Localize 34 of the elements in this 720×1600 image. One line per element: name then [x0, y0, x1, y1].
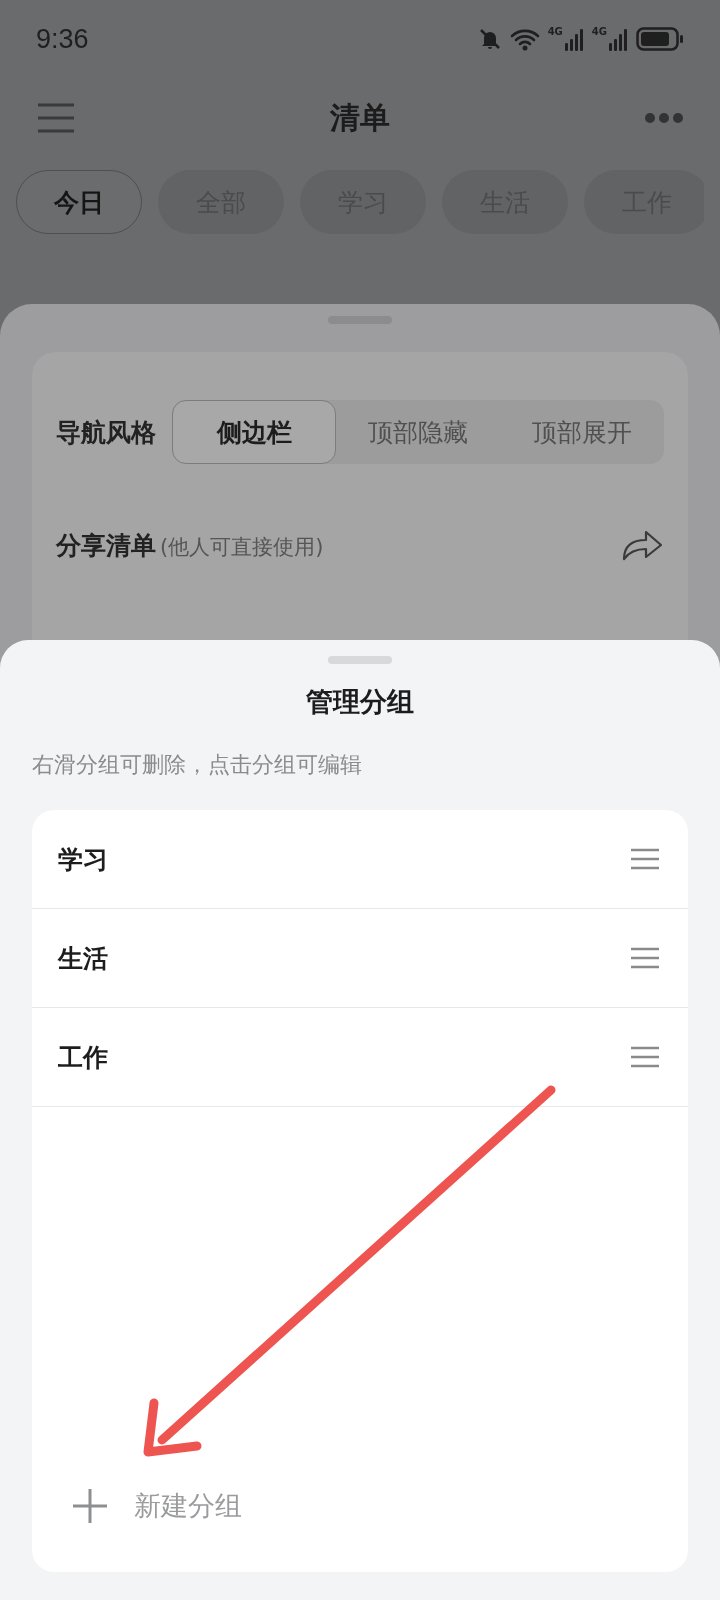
group-name: 生活 — [58, 942, 108, 975]
signal-icon — [608, 27, 628, 51]
drag-handle-icon[interactable] — [630, 848, 660, 870]
drag-handle-icon[interactable] — [630, 947, 660, 969]
segment-option[interactable]: 侧边栏 — [172, 400, 336, 464]
group-row[interactable]: 工作 — [32, 1008, 688, 1107]
plus-icon — [72, 1488, 108, 1524]
group-row[interactable]: 学习 — [32, 810, 688, 909]
segment-option[interactable]: 顶部展开 — [500, 400, 664, 464]
battery-icon — [636, 27, 684, 51]
more-icon[interactable] — [644, 112, 684, 124]
group-name: 学习 — [58, 843, 108, 876]
menu-icon[interactable] — [36, 102, 76, 134]
setting-label: 导航风格 — [56, 416, 156, 449]
bell-off-icon — [477, 27, 502, 51]
group-row[interactable]: 生活 — [32, 909, 688, 1008]
sheet-title: 管理分组 — [305, 685, 415, 719]
new-group-label: 新建分组 — [134, 1489, 242, 1523]
setting-label: 分享清单 — [56, 529, 156, 562]
signal-icon — [563, 27, 584, 51]
group-name: 工作 — [58, 1041, 108, 1074]
sheet-hint: 右滑分组可删除，点击分组可编辑 — [32, 751, 363, 779]
share-icon[interactable] — [620, 528, 664, 562]
page-title: 清单 — [330, 98, 390, 137]
wifi-icon — [509, 27, 540, 51]
segment-option[interactable]: 顶部隐藏 — [336, 400, 500, 464]
drag-handle-icon[interactable] — [630, 1046, 660, 1068]
sheet-handle — [328, 656, 392, 664]
category-tab[interactable]: 今日 — [16, 170, 142, 234]
status-time: 9:36 — [36, 23, 89, 55]
network-type: 4G — [547, 27, 563, 37]
new-group-button[interactable]: 新建分组 — [32, 1488, 688, 1572]
setting-hint: (他人可直接使用) — [160, 533, 324, 561]
network-type: 4G — [591, 27, 607, 37]
